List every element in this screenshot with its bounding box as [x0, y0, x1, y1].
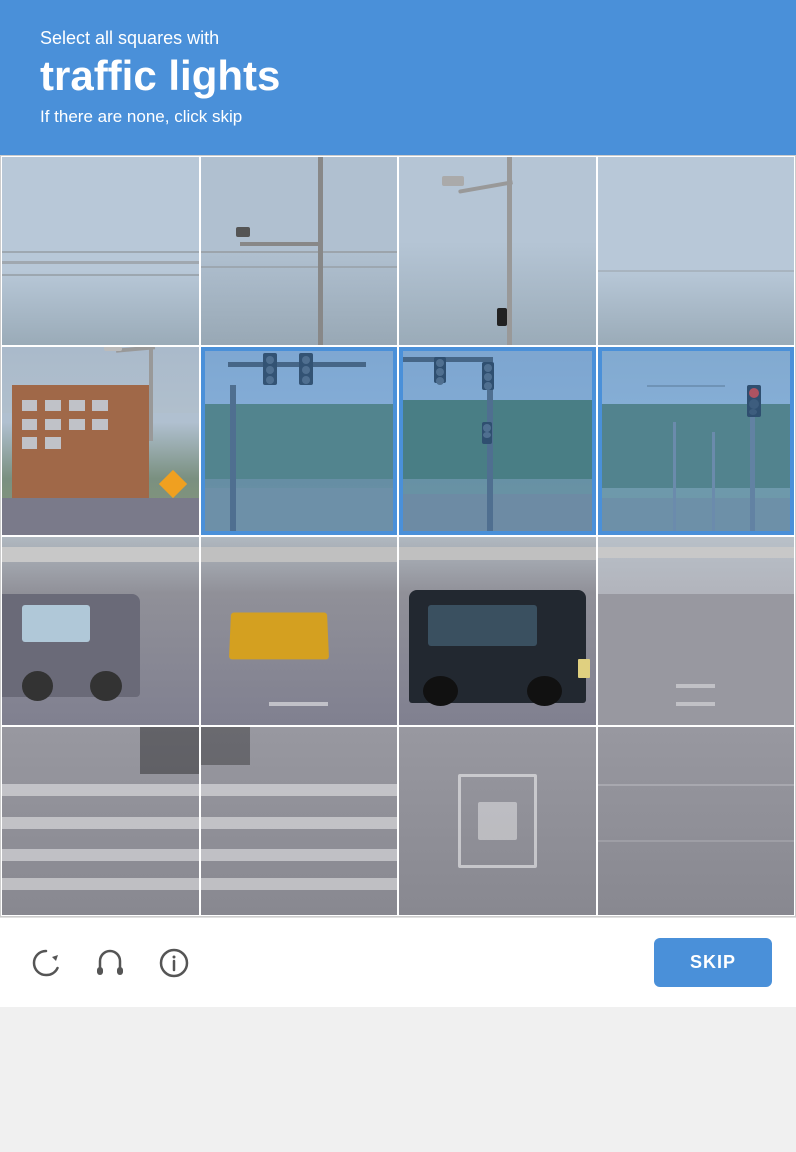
header-instruction: If there are none, click skip	[40, 107, 756, 127]
info-button[interactable]	[152, 941, 196, 985]
image-grid	[0, 155, 796, 917]
grid-cell-r2c2[interactable]	[200, 346, 399, 536]
grid-cell-r2c3[interactable]	[398, 346, 597, 536]
grid-cell-r2c4[interactable]	[597, 346, 796, 536]
skip-button[interactable]: SKIP	[654, 938, 772, 987]
grid-cell-r3c3[interactable]	[398, 536, 597, 726]
grid-cell-r4c1[interactable]	[1, 726, 200, 916]
grid-cell-r2c1[interactable]	[1, 346, 200, 536]
info-icon	[158, 947, 190, 979]
captcha-header: Select all squares with traffic lights I…	[0, 0, 796, 155]
grid-cell-r4c2[interactable]	[200, 726, 399, 916]
audio-icon	[94, 947, 126, 979]
captcha-footer: SKIP	[0, 917, 796, 1007]
header-title: traffic lights	[40, 53, 756, 99]
grid-cell-r3c4[interactable]	[597, 536, 796, 726]
grid-cell-r1c2[interactable]	[200, 156, 399, 346]
grid-cell-r1c3[interactable]	[398, 156, 597, 346]
captcha-container: Select all squares with traffic lights I…	[0, 0, 796, 1007]
grid-cell-r4c4[interactable]	[597, 726, 796, 916]
audio-button[interactable]	[88, 941, 132, 985]
header-subtitle: Select all squares with	[40, 28, 756, 49]
footer-icons	[24, 941, 196, 985]
grid-cell-r4c3[interactable]	[398, 726, 597, 916]
grid-cell-r3c2[interactable]	[200, 536, 399, 726]
grid-cell-r3c1[interactable]	[1, 536, 200, 726]
reload-icon	[30, 947, 62, 979]
grid-cell-r1c1[interactable]	[1, 156, 200, 346]
grid-cell-r1c4[interactable]	[597, 156, 796, 346]
reload-button[interactable]	[24, 941, 68, 985]
